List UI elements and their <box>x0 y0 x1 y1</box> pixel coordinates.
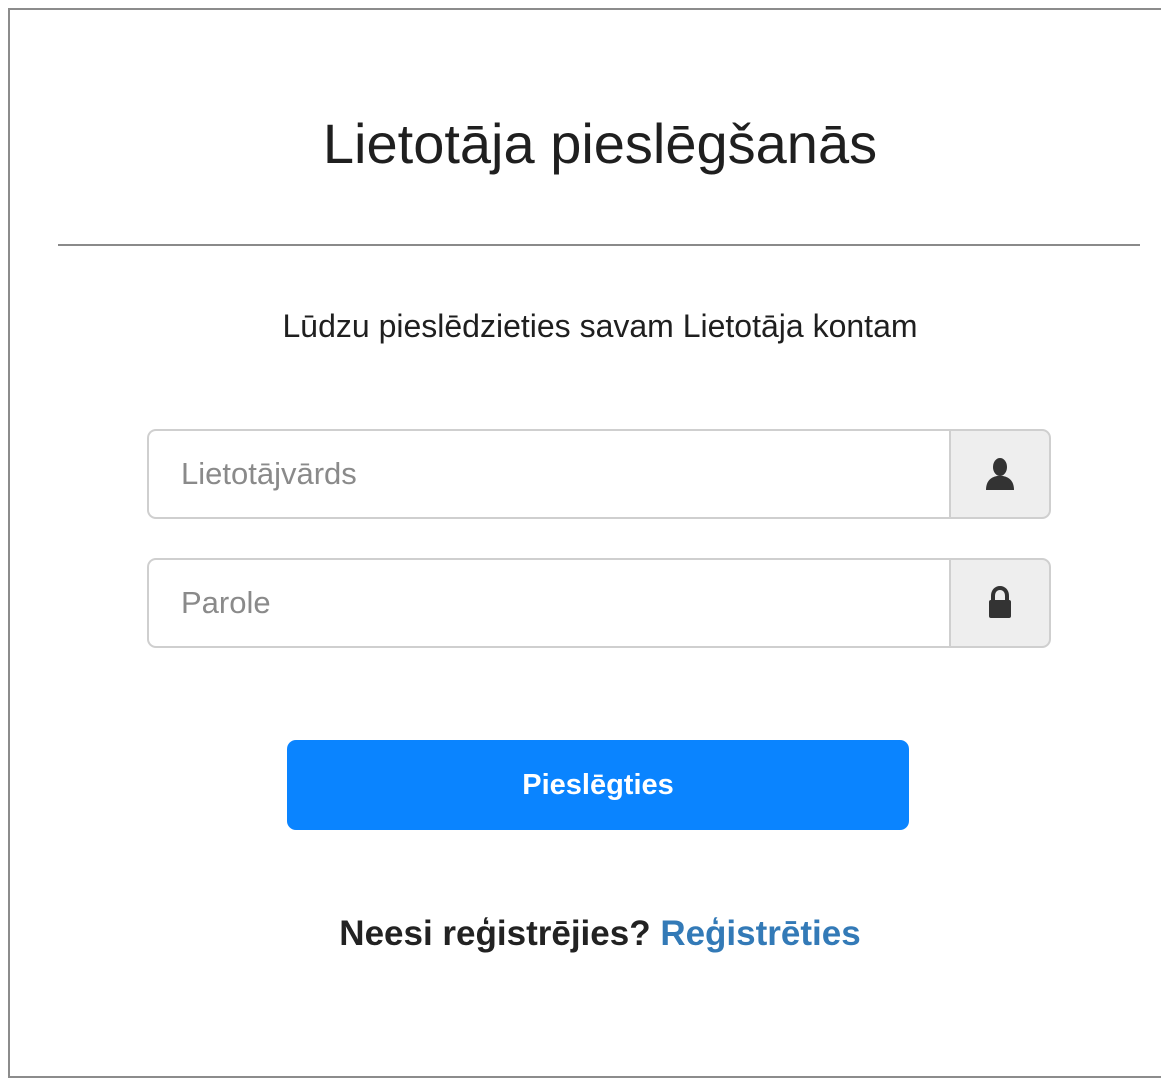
user-icon <box>986 458 1014 490</box>
username-addon <box>949 429 1051 519</box>
username-input-group <box>147 429 1051 519</box>
lock-icon <box>989 586 1011 618</box>
login-subtitle: Lūdzu pieslēdzieties savam Lietotāja kon… <box>282 308 918 344</box>
register-link[interactable]: Reģistrēties <box>660 914 860 953</box>
password-input[interactable] <box>147 558 949 648</box>
password-addon <box>949 558 1051 648</box>
register-line: Neesi reģistrējies? Reģistrēties <box>10 912 1161 956</box>
login-submit-button[interactable]: Pieslēgties <box>287 740 909 830</box>
title-divider <box>58 244 1140 246</box>
password-input-group <box>147 558 1051 648</box>
page-title: Lietotāja pieslēgšanās <box>322 112 878 175</box>
login-panel: Lietotāja pieslēgšanās Lūdzu pieslēdziet… <box>8 8 1161 1078</box>
register-prompt: Neesi reģistrējies? <box>339 914 651 953</box>
username-input[interactable] <box>147 429 949 519</box>
